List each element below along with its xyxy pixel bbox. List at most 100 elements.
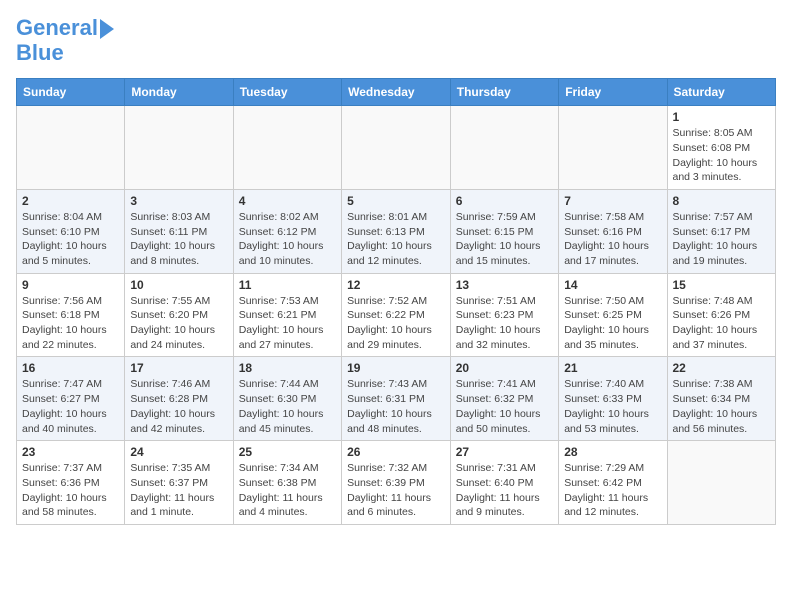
day-info: Sunrise: 7:43 AM Sunset: 6:31 PM Dayligh…: [347, 377, 445, 436]
calendar-cell: 12 Sunrise: 7:52 AM Sunset: 6:22 PM Dayli…: [342, 273, 451, 357]
calendar-cell: 7 Sunrise: 7:58 AM Sunset: 6:16 PM Daylig…: [559, 189, 667, 273]
day-info: Sunrise: 7:50 AM Sunset: 6:25 PM Dayligh…: [564, 294, 661, 353]
day-info: Sunrise: 7:52 AM Sunset: 6:22 PM Dayligh…: [347, 294, 445, 353]
calendar-cell: 21 Sunrise: 7:40 AM Sunset: 6:33 PM Dayli…: [559, 357, 667, 441]
calendar-week-row: 2 Sunrise: 8:04 AM Sunset: 6:10 PM Daylig…: [17, 189, 776, 273]
logo-text: General: [16, 16, 98, 40]
day-info: Sunrise: 8:05 AM Sunset: 6:08 PM Dayligh…: [673, 126, 771, 185]
weekday-header-friday: Friday: [559, 79, 667, 106]
calendar-cell: 1 Sunrise: 8:05 AM Sunset: 6:08 PM Daylig…: [667, 106, 776, 190]
logo: General Blue: [16, 16, 114, 66]
day-number: 12: [347, 278, 445, 292]
calendar-table: SundayMondayTuesdayWednesdayThursdayFrid…: [16, 78, 776, 525]
day-number: 4: [239, 194, 336, 208]
day-info: Sunrise: 7:32 AM Sunset: 6:39 PM Dayligh…: [347, 461, 445, 520]
calendar-cell: [125, 106, 233, 190]
day-number: 24: [130, 445, 227, 459]
calendar-cell: 22 Sunrise: 7:38 AM Sunset: 6:34 PM Dayli…: [667, 357, 776, 441]
calendar-cell: 25Sunrise: 7:34 AM Sunset: 6:38 PM Dayli…: [233, 441, 341, 525]
calendar-cell: 8 Sunrise: 7:57 AM Sunset: 6:17 PM Daylig…: [667, 189, 776, 273]
day-number: 28: [564, 445, 661, 459]
day-number: 5: [347, 194, 445, 208]
calendar-week-row: 9Sunrise: 7:56 AM Sunset: 6:18 PM Daylig…: [17, 273, 776, 357]
logo-blue: Blue: [16, 40, 114, 66]
day-number: 27: [456, 445, 553, 459]
day-number: 22: [673, 361, 771, 375]
calendar-week-row: 16 Sunrise: 7:47 AM Sunset: 6:27 PM Dayli…: [17, 357, 776, 441]
calendar-cell: 24 Sunrise: 7:35 AM Sunset: 6:37 PM Dayli…: [125, 441, 233, 525]
day-number: 2: [22, 194, 119, 208]
day-number: 15: [673, 278, 771, 292]
calendar-cell: 3 Sunrise: 8:03 AM Sunset: 6:11 PM Daylig…: [125, 189, 233, 273]
calendar-cell: 14 Sunrise: 7:50 AM Sunset: 6:25 PM Dayli…: [559, 273, 667, 357]
day-number: 13: [456, 278, 553, 292]
day-info: Sunrise: 7:55 AM Sunset: 6:20 PM Dayligh…: [130, 294, 227, 353]
day-info: Sunrise: 8:04 AM Sunset: 6:10 PM Dayligh…: [22, 210, 119, 269]
day-info: Sunrise: 7:38 AM Sunset: 6:34 PM Dayligh…: [673, 377, 771, 436]
calendar-cell: [667, 441, 776, 525]
calendar-cell: 28Sunrise: 7:29 AM Sunset: 6:42 PM Dayli…: [559, 441, 667, 525]
day-info: Sunrise: 7:51 AM Sunset: 6:23 PM Dayligh…: [456, 294, 553, 353]
logo-arrow-icon: [100, 19, 114, 39]
day-number: 21: [564, 361, 661, 375]
day-number: 18: [239, 361, 336, 375]
weekday-header-monday: Monday: [125, 79, 233, 106]
day-number: 26: [347, 445, 445, 459]
day-info: Sunrise: 7:59 AM Sunset: 6:15 PM Dayligh…: [456, 210, 553, 269]
calendar-cell: 27 Sunrise: 7:31 AM Sunset: 6:40 PM Dayli…: [450, 441, 558, 525]
calendar-cell: [559, 106, 667, 190]
day-info: Sunrise: 7:58 AM Sunset: 6:16 PM Dayligh…: [564, 210, 661, 269]
day-info: Sunrise: 7:37 AM Sunset: 6:36 PM Dayligh…: [22, 461, 119, 520]
calendar-cell: 2 Sunrise: 8:04 AM Sunset: 6:10 PM Daylig…: [17, 189, 125, 273]
day-number: 16: [22, 361, 119, 375]
calendar-cell: 18 Sunrise: 7:44 AM Sunset: 6:30 PM Dayli…: [233, 357, 341, 441]
day-number: 8: [673, 194, 771, 208]
day-number: 20: [456, 361, 553, 375]
calendar-cell: 20 Sunrise: 7:41 AM Sunset: 6:32 PM Dayli…: [450, 357, 558, 441]
day-info: Sunrise: 8:02 AM Sunset: 6:12 PM Dayligh…: [239, 210, 336, 269]
day-number: 7: [564, 194, 661, 208]
day-number: 11: [239, 278, 336, 292]
calendar-cell: 13 Sunrise: 7:51 AM Sunset: 6:23 PM Dayli…: [450, 273, 558, 357]
day-info: Sunrise: 7:40 AM Sunset: 6:33 PM Dayligh…: [564, 377, 661, 436]
day-info: Sunrise: 7:35 AM Sunset: 6:37 PM Dayligh…: [130, 461, 227, 520]
day-info: Sunrise: 7:56 AM Sunset: 6:18 PM Dayligh…: [22, 294, 119, 353]
day-info: Sunrise: 7:31 AM Sunset: 6:40 PM Dayligh…: [456, 461, 553, 520]
calendar-cell: 16 Sunrise: 7:47 AM Sunset: 6:27 PM Dayli…: [17, 357, 125, 441]
calendar-week-row: 1 Sunrise: 8:05 AM Sunset: 6:08 PM Daylig…: [17, 106, 776, 190]
calendar-cell: [342, 106, 451, 190]
calendar-cell: 15 Sunrise: 7:48 AM Sunset: 6:26 PM Dayli…: [667, 273, 776, 357]
day-info: Sunrise: 7:57 AM Sunset: 6:17 PM Dayligh…: [673, 210, 771, 269]
weekday-header-tuesday: Tuesday: [233, 79, 341, 106]
calendar-cell: 6Sunrise: 7:59 AM Sunset: 6:15 PM Daylig…: [450, 189, 558, 273]
calendar-cell: 11 Sunrise: 7:53 AM Sunset: 6:21 PM Dayli…: [233, 273, 341, 357]
day-number: 14: [564, 278, 661, 292]
day-number: 10: [130, 278, 227, 292]
calendar-cell: 5 Sunrise: 8:01 AM Sunset: 6:13 PM Daylig…: [342, 189, 451, 273]
calendar-cell: 9Sunrise: 7:56 AM Sunset: 6:18 PM Daylig…: [17, 273, 125, 357]
day-number: 25: [239, 445, 336, 459]
day-info: Sunrise: 8:01 AM Sunset: 6:13 PM Dayligh…: [347, 210, 445, 269]
day-info: Sunrise: 7:46 AM Sunset: 6:28 PM Dayligh…: [130, 377, 227, 436]
day-number: 23: [22, 445, 119, 459]
weekday-header-sunday: Sunday: [17, 79, 125, 106]
day-info: Sunrise: 7:44 AM Sunset: 6:30 PM Dayligh…: [239, 377, 336, 436]
calendar-cell: 19Sunrise: 7:43 AM Sunset: 6:31 PM Dayli…: [342, 357, 451, 441]
calendar-cell: 4 Sunrise: 8:02 AM Sunset: 6:12 PM Daylig…: [233, 189, 341, 273]
day-number: 3: [130, 194, 227, 208]
calendar-cell: [17, 106, 125, 190]
day-info: Sunrise: 7:48 AM Sunset: 6:26 PM Dayligh…: [673, 294, 771, 353]
calendar-cell: [450, 106, 558, 190]
day-number: 1: [673, 110, 771, 124]
day-info: Sunrise: 8:03 AM Sunset: 6:11 PM Dayligh…: [130, 210, 227, 269]
day-info: Sunrise: 7:41 AM Sunset: 6:32 PM Dayligh…: [456, 377, 553, 436]
calendar-cell: [233, 106, 341, 190]
day-number: 17: [130, 361, 227, 375]
calendar-cell: 17 Sunrise: 7:46 AM Sunset: 6:28 PM Dayli…: [125, 357, 233, 441]
calendar-cell: 26 Sunrise: 7:32 AM Sunset: 6:39 PM Dayli…: [342, 441, 451, 525]
day-info: Sunrise: 7:47 AM Sunset: 6:27 PM Dayligh…: [22, 377, 119, 436]
day-info: Sunrise: 7:53 AM Sunset: 6:21 PM Dayligh…: [239, 294, 336, 353]
weekday-header-thursday: Thursday: [450, 79, 558, 106]
weekday-header-saturday: Saturday: [667, 79, 776, 106]
calendar-week-row: 23 Sunrise: 7:37 AM Sunset: 6:36 PM Dayli…: [17, 441, 776, 525]
